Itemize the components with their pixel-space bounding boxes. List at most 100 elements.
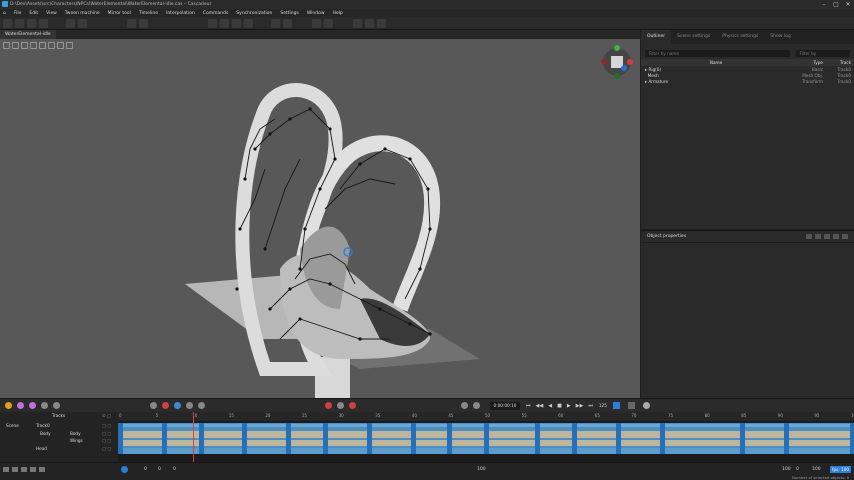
- filter-name-input[interactable]: Filter by name: [645, 50, 790, 57]
- menu-edit[interactable]: Edit: [29, 11, 38, 16]
- rotate-tool-icon[interactable]: [27, 18, 36, 28]
- character-mesh[interactable]: [0, 39, 640, 398]
- playback-speed[interactable]: 125: [599, 403, 607, 408]
- snap-icon[interactable]: [78, 18, 87, 28]
- sound-icon[interactable]: [627, 402, 635, 409]
- marker-icon[interactable]: [162, 402, 169, 409]
- props-button-icon[interactable]: [815, 234, 821, 239]
- track-lock-icon[interactable]: ▢ ▢: [102, 423, 111, 428]
- joint-icon[interactable]: [244, 18, 253, 28]
- menu-mirror-tool[interactable]: Mirror tool: [108, 11, 131, 16]
- outliner-row[interactable]: Mesh Mesh Obj. Track0: [641, 72, 854, 78]
- clip-icon[interactable]: [473, 402, 480, 409]
- range-start-2[interactable]: 0: [158, 467, 161, 472]
- prev-frame-icon[interactable]: ◀: [548, 403, 552, 409]
- keyframe-marker[interactable]: [571, 423, 577, 454]
- track-track0[interactable]: Track0: [36, 423, 50, 428]
- add-key-icon[interactable]: [337, 402, 344, 409]
- key-all-icon[interactable]: [5, 402, 12, 409]
- range-end[interactable]: 100: [782, 467, 791, 472]
- tab-show-log[interactable]: Show log: [764, 30, 796, 44]
- menu-window[interactable]: Window: [307, 11, 325, 16]
- keyframe-marker[interactable]: [784, 423, 790, 454]
- save-icon[interactable]: [12, 467, 18, 472]
- viewport[interactable]: [0, 39, 640, 398]
- keyframe-marker[interactable]: [740, 423, 746, 454]
- menu-synchronization[interactable]: Synchronization: [236, 11, 272, 16]
- interpolation-curve-icon[interactable]: [174, 402, 181, 409]
- menu-tween-machine[interactable]: Tween machine: [65, 11, 100, 16]
- keyframe-marker[interactable]: [484, 423, 489, 454]
- menu-timeline[interactable]: Timeline: [139, 11, 158, 16]
- keyframe-marker[interactable]: [659, 423, 665, 454]
- keyframe-marker[interactable]: [118, 423, 123, 454]
- fk-icon[interactable]: [220, 18, 229, 28]
- range-end-c[interactable]: 100: [812, 467, 821, 472]
- range-end-b[interactable]: 0: [796, 467, 799, 472]
- timeline-ruler[interactable]: 0510152025303540455055606570758085909510…: [118, 412, 854, 421]
- props-button-icon[interactable]: [833, 234, 839, 239]
- stop-icon[interactable]: ■: [557, 403, 562, 409]
- interpolation-icon[interactable]: [139, 18, 148, 28]
- record-icon[interactable]: [121, 466, 128, 473]
- go-start-icon[interactable]: ⏮: [526, 403, 531, 409]
- track-lock-icon[interactable]: ▢ ▢: [102, 438, 111, 443]
- import-icon[interactable]: [30, 467, 36, 472]
- next-key-icon[interactable]: ▶▶: [576, 403, 584, 409]
- keyframe-marker[interactable]: [161, 423, 167, 454]
- fulcrum-icon[interactable]: [283, 18, 292, 28]
- track-head[interactable]: Head: [36, 446, 47, 451]
- track-body[interactable]: Body: [40, 431, 51, 436]
- prev-key-icon[interactable]: ◀◀: [536, 403, 544, 409]
- col-type[interactable]: Type: [791, 60, 823, 65]
- play-icon[interactable]: ▶: [567, 403, 571, 409]
- key-selected-icon[interactable]: [17, 402, 24, 409]
- maximize-icon[interactable]: ▢: [830, 0, 842, 9]
- text-icon[interactable]: [232, 18, 241, 28]
- home-icon[interactable]: ⌂: [3, 11, 6, 16]
- col-track[interactable]: Track: [823, 60, 851, 65]
- current-time-field[interactable]: 0:00:00:10: [490, 401, 520, 410]
- timeline[interactable]: Tracks ⊙ ▢ Scene Track0 Body Body Wings …: [0, 412, 854, 462]
- tab-outliner[interactable]: Outliner: [641, 30, 672, 44]
- keyframe-marker[interactable]: [242, 423, 248, 454]
- frame-icon[interactable]: [271, 18, 280, 28]
- fps-badge[interactable]: fps: 100: [830, 466, 852, 473]
- fixed-interval-icon[interactable]: [150, 402, 157, 409]
- tab-scene-settings[interactable]: Scene settings: [671, 30, 716, 44]
- loop-icon[interactable]: [41, 402, 48, 409]
- menu-file[interactable]: File: [14, 11, 22, 16]
- autokey-icon[interactable]: [461, 402, 468, 409]
- minimize-icon[interactable]: –: [818, 0, 830, 9]
- close-icon[interactable]: ✕: [842, 0, 854, 9]
- track-wings[interactable]: Wings: [70, 438, 83, 443]
- menu-help[interactable]: Help: [333, 11, 343, 16]
- delete-key-icon[interactable]: [325, 402, 332, 409]
- current-frame[interactable]: 0: [173, 467, 176, 472]
- track-lock-icon[interactable]: ▢ ▢: [102, 431, 111, 436]
- tab-physics-settings[interactable]: Physics settings: [716, 30, 764, 44]
- keyframe-marker[interactable]: [286, 423, 292, 454]
- puppet-icon[interactable]: [353, 18, 362, 28]
- settings-loop-icon[interactable]: [53, 402, 60, 409]
- range-start[interactable]: 0: [144, 467, 147, 472]
- layout-icon[interactable]: [39, 467, 45, 472]
- scale-tool-icon[interactable]: [39, 18, 48, 28]
- track-visibility-icon[interactable]: ⊙ ▢: [102, 413, 111, 418]
- scene-label[interactable]: Scene: [6, 423, 19, 428]
- pivot-icon[interactable]: [66, 18, 75, 28]
- remove-interval-icon[interactable]: [349, 402, 356, 409]
- select-tool-icon[interactable]: [3, 18, 12, 28]
- frame-back-icon[interactable]: [198, 402, 205, 409]
- ik-icon[interactable]: [208, 18, 217, 28]
- menu-interpolation[interactable]: Interpolation: [166, 11, 195, 16]
- keyframe-marker[interactable]: [410, 423, 416, 454]
- track-lock-icon[interactable]: ▢ ▢: [102, 446, 111, 451]
- col-name[interactable]: Name: [641, 60, 791, 65]
- playhead[interactable]: [193, 412, 195, 462]
- menu-commands[interactable]: Commands: [203, 11, 228, 16]
- props-button-icon[interactable]: [806, 234, 812, 239]
- keyframe-marker[interactable]: [850, 423, 854, 454]
- loop-playback-icon[interactable]: [612, 402, 620, 409]
- key-interval-icon[interactable]: [29, 402, 36, 409]
